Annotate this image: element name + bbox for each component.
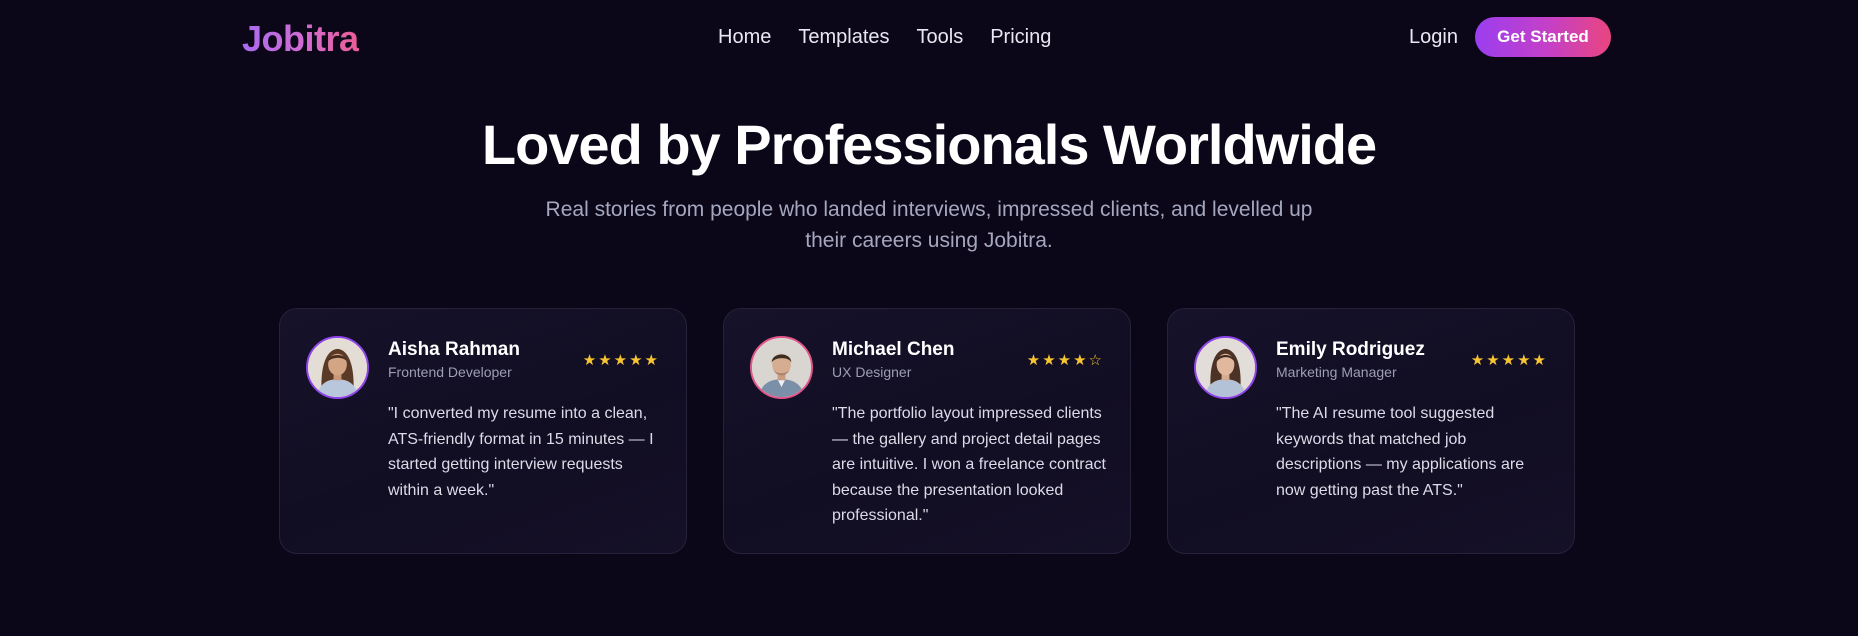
testimonial-quote: "The portfolio layout impressed clients … — [832, 405, 1106, 524]
testimonial-card: Emily Rodriguez Marketing Manager ★★★★★ … — [1167, 308, 1575, 554]
testimonial-card: Aisha Rahman Frontend Developer ★★★★★ "I… — [279, 308, 687, 554]
main-nav: Home Templates Tools Pricing — [718, 26, 1051, 49]
avatar-portrait-icon — [308, 338, 367, 397]
nav-home-link[interactable]: Home — [718, 26, 771, 49]
testimonial-quote: "I converted my resume into a clean, ATS… — [388, 405, 654, 499]
testimonial-name: Emily Rodriguez — [1276, 339, 1425, 360]
avatar-portrait-icon — [1196, 338, 1255, 397]
testimonial-name: Michael Chen — [832, 339, 955, 360]
logo[interactable]: Jobitra — [242, 18, 359, 60]
avatar — [306, 336, 369, 399]
avatar-portrait-icon — [752, 338, 811, 397]
testimonial-role: UX Designer — [832, 364, 912, 380]
section-subtitle: Real stories from people who landed inte… — [545, 198, 1313, 252]
testimonial-card: Michael Chen UX Designer ★★★★☆ "The port… — [723, 308, 1131, 554]
star-rating: ★★★★★ — [1470, 351, 1548, 369]
testimonial-role: Marketing Manager — [1276, 364, 1397, 380]
star-rating: ★★★★☆ — [1026, 351, 1104, 369]
login-link[interactable]: Login — [1409, 26, 1458, 49]
testimonial-name: Aisha Rahman — [388, 339, 520, 360]
get-started-button[interactable]: Get Started — [1475, 17, 1611, 57]
nav-tools-link[interactable]: Tools — [917, 26, 964, 49]
testimonial-role: Frontend Developer — [388, 364, 512, 380]
star-rating: ★★★★★ — [582, 351, 660, 369]
section-title: Loved by Professionals Worldwide — [481, 113, 1377, 176]
avatar — [1194, 336, 1257, 399]
avatar — [750, 336, 813, 399]
nav-pricing-link[interactable]: Pricing — [990, 26, 1051, 49]
page: Jobitra Home Templates Tools Pricing Log… — [0, 0, 1858, 636]
nav-templates-link[interactable]: Templates — [798, 26, 889, 49]
testimonial-quote: "The AI resume tool suggested keywords t… — [1276, 405, 1525, 499]
